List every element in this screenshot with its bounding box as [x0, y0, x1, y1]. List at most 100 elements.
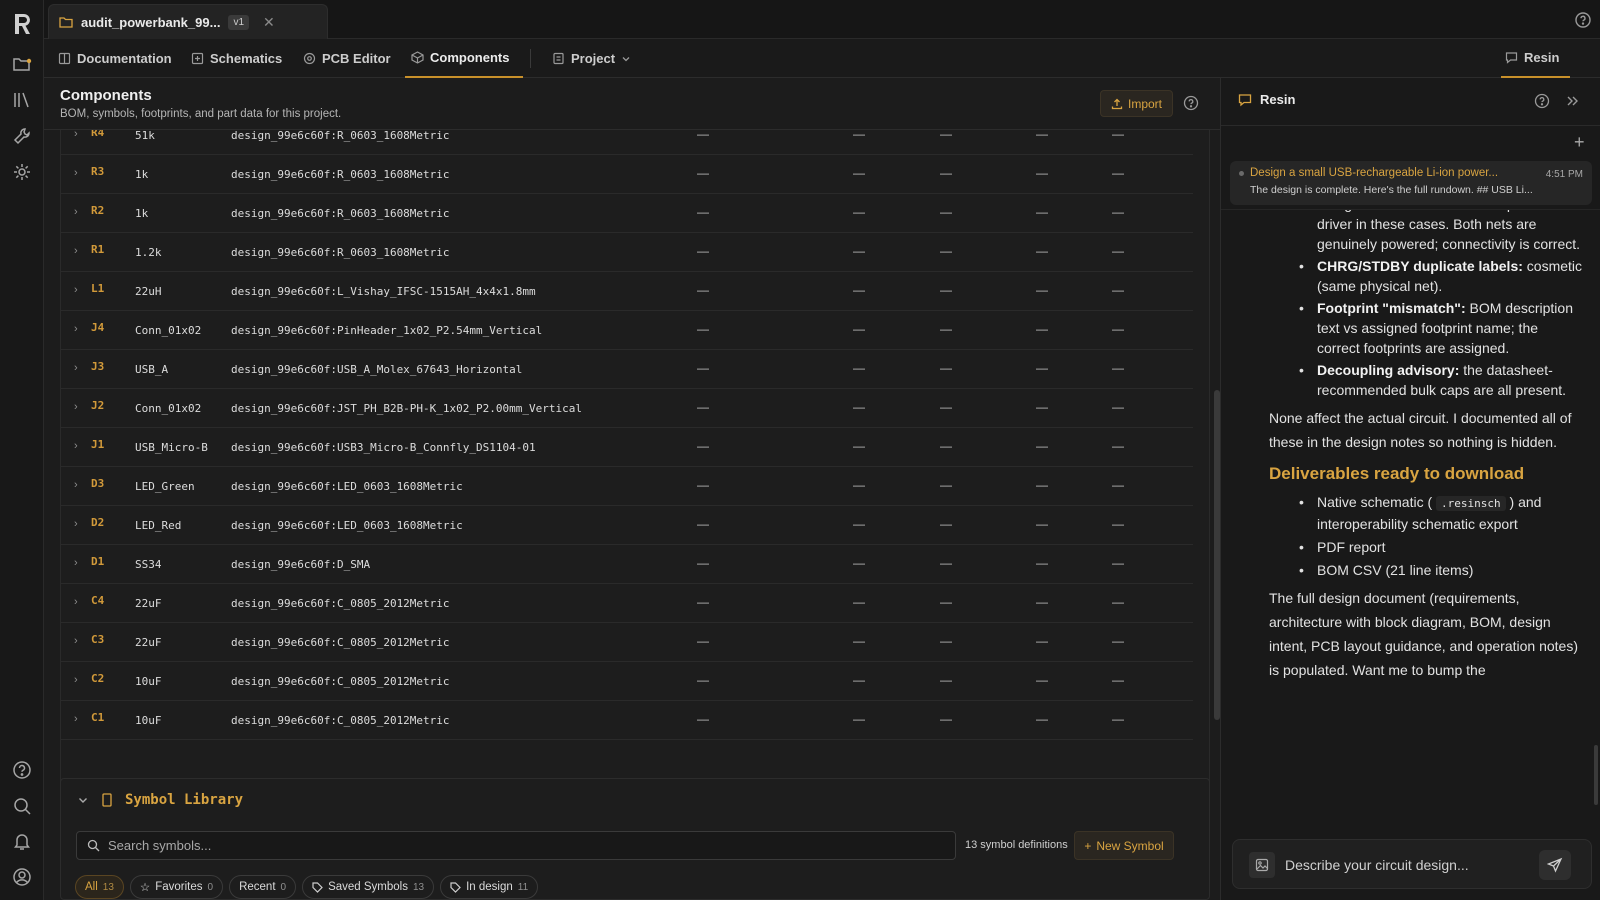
- tab-label: Documentation: [77, 51, 172, 66]
- table-row[interactable]: › R2 1k design_99e6c60f:R_0603_1608Metric — —…: [61, 194, 1193, 233]
- resin-title: Resin: [1238, 92, 1295, 107]
- help-icon[interactable]: [12, 760, 32, 780]
- tab-pcb-editor[interactable]: PCB Editor: [303, 39, 391, 78]
- empty-cell: —: [1112, 244, 1124, 258]
- bell-icon[interactable]: [12, 831, 32, 851]
- filter-recent[interactable]: Recent 0: [229, 875, 297, 899]
- symbol-search[interactable]: [76, 831, 956, 860]
- table-row[interactable]: › R1 1.2k design_99e6c60f:R_0603_1608Metric…: [61, 233, 1193, 272]
- collapse-panel-icon[interactable]: [1564, 93, 1580, 109]
- tab-documentation[interactable]: Documentation: [58, 39, 172, 78]
- filter-all[interactable]: All 13: [75, 875, 124, 899]
- table-row[interactable]: › J3 USB_A design_99e6c60f:USB_A_Molex_6764…: [61, 350, 1193, 389]
- table-row[interactable]: › R3 1k design_99e6c60f:R_0603_1608Metric — —…: [61, 155, 1193, 194]
- table-row[interactable]: › C1 10uF design_99e6c60f:C_0805_2012Metric…: [61, 701, 1193, 740]
- conversation-item[interactable]: Design a small USB-rechargeable Li-ion p…: [1230, 161, 1592, 205]
- chevron-right-icon[interactable]: ›: [74, 596, 78, 608]
- tab-label: Schematics: [210, 51, 283, 66]
- table-row[interactable]: › R4 51k design_99e6c60f:R_0603_1608Metric —…: [61, 130, 1193, 155]
- chevron-right-icon[interactable]: ›: [74, 167, 78, 179]
- star-icon: ☆: [139, 882, 151, 894]
- logo-icon[interactable]: [11, 12, 33, 36]
- filter-saved-symbols[interactable]: Saved Symbols 13: [302, 875, 435, 899]
- plus-icon: +: [1084, 838, 1092, 853]
- chevron-right-icon[interactable]: ›: [74, 206, 78, 218]
- tab-components[interactable]: Components: [405, 39, 524, 78]
- chevron-right-icon[interactable]: ›: [74, 245, 78, 257]
- empty-cell: —: [940, 166, 952, 180]
- table-row[interactable]: › J1 USB_Micro-B design_99e6c60f:USB3_Micro…: [61, 428, 1193, 467]
- chevron-right-icon[interactable]: ›: [74, 130, 78, 140]
- search-icon: [87, 839, 100, 852]
- component-value: 22uF: [135, 597, 162, 610]
- help-circle-icon[interactable]: [1574, 11, 1592, 29]
- chevron-right-icon[interactable]: ›: [74, 362, 78, 374]
- chevron-right-icon[interactable]: ›: [74, 284, 78, 296]
- help-icon[interactable]: [1534, 93, 1550, 109]
- library-icon[interactable]: [12, 90, 32, 110]
- new-chat-icon[interactable]: +: [1574, 132, 1585, 153]
- table-row[interactable]: › L1 22uH design_99e6c60f:L_Vishay_IFSC-151…: [61, 272, 1193, 311]
- empty-cell: —: [697, 283, 709, 297]
- table-row[interactable]: › C4 22uF design_99e6c60f:C_0805_2012Metric…: [61, 584, 1193, 623]
- table-row[interactable]: › J4 Conn_01x02 design_99e6c60f:PinHeader_1…: [61, 311, 1193, 350]
- symbol-search-input[interactable]: [108, 838, 928, 853]
- wrench-icon[interactable]: [12, 126, 32, 146]
- tag-icon: [450, 881, 461, 893]
- tab-project[interactable]: Project: [552, 39, 631, 78]
- table-row[interactable]: › D1 SS34 design_99e6c60f:D_SMA — — — — —: [61, 545, 1193, 584]
- chevron-right-icon[interactable]: ›: [74, 713, 78, 725]
- component-footprint: design_99e6c60f:R_0603_1608Metric: [231, 168, 450, 181]
- folder-icon[interactable]: [12, 54, 32, 74]
- account-icon[interactable]: [12, 867, 32, 887]
- import-button[interactable]: Import: [1100, 90, 1173, 117]
- component-footprint: design_99e6c60f:C_0805_2012Metric: [231, 597, 450, 610]
- filter-favorites[interactable]: ☆ Favorites 0: [129, 875, 224, 899]
- symbol-library-header[interactable]: Symbol Library: [77, 792, 243, 808]
- table-row[interactable]: › D3 LED_Green design_99e6c60f:LED_0603_160…: [61, 467, 1193, 506]
- chevron-right-icon[interactable]: ›: [74, 518, 78, 530]
- empty-cell: —: [940, 130, 952, 141]
- list-item: Decoupling advisory: the datasheet-recom…: [1293, 360, 1583, 400]
- send-icon[interactable]: [1539, 850, 1571, 880]
- chevron-down-icon: [621, 54, 631, 64]
- chat-scrollbar[interactable]: [1594, 745, 1598, 805]
- resin-header: Resin: [1221, 78, 1600, 126]
- component-value: 22uH: [135, 285, 162, 298]
- table-row[interactable]: › J2 Conn_01x02 design_99e6c60f:JST_PH_B2B-…: [61, 389, 1193, 428]
- chevron-right-icon[interactable]: ›: [74, 635, 78, 647]
- tab-schematics[interactable]: Schematics: [191, 39, 282, 78]
- chevron-down-icon[interactable]: [77, 794, 89, 806]
- chevron-right-icon[interactable]: ›: [74, 557, 78, 569]
- message-paragraph: The full design document (requirements, …: [1269, 590, 1578, 678]
- component-footprint: design_99e6c60f:D_SMA: [231, 558, 371, 571]
- close-icon[interactable]: ✕: [263, 14, 275, 31]
- empty-cell: —: [1036, 634, 1048, 648]
- component-footprint: design_99e6c60f:USB_A_Molex_67643_Horizo…: [231, 363, 523, 376]
- gear-icon[interactable]: [12, 162, 32, 182]
- chevron-right-icon[interactable]: ›: [74, 440, 78, 452]
- message-paragraph: None affect the actual circuit. I docume…: [1269, 410, 1572, 450]
- chevron-right-icon[interactable]: ›: [74, 323, 78, 335]
- chevron-right-icon[interactable]: ›: [74, 674, 78, 686]
- table-row[interactable]: › C2 10uF design_99e6c60f:C_0805_2012Metric…: [61, 662, 1193, 701]
- empty-cell: —: [853, 166, 865, 180]
- chat-input[interactable]: [1285, 852, 1525, 878]
- empty-cell: —: [1112, 166, 1124, 180]
- table-row[interactable]: › D2 LED_Red design_99e6c60f:LED_0603_1608M…: [61, 506, 1193, 545]
- file-tab[interactable]: audit_powerbank_99... v1 ✕: [48, 4, 328, 39]
- filter-label: In design: [466, 881, 513, 893]
- filter-label: Favorites: [155, 881, 203, 893]
- conversation-preview: The design is complete. Here's the full …: [1250, 184, 1533, 196]
- tab-resin[interactable]: Resin: [1501, 39, 1571, 78]
- chevron-right-icon[interactable]: ›: [74, 479, 78, 491]
- help-icon[interactable]: [1183, 95, 1199, 111]
- chevron-right-icon[interactable]: ›: [74, 401, 78, 413]
- filter-in-design[interactable]: In design 11: [440, 875, 539, 899]
- symbol-library-title: Symbol Library: [125, 792, 244, 808]
- search-icon[interactable]: [12, 796, 32, 816]
- attach-image-icon[interactable]: [1249, 852, 1275, 878]
- table-row[interactable]: › C3 22uF design_99e6c60f:C_0805_2012Metric…: [61, 623, 1193, 662]
- new-symbol-button[interactable]: + New Symbol: [1074, 831, 1174, 860]
- empty-cell: —: [697, 322, 709, 336]
